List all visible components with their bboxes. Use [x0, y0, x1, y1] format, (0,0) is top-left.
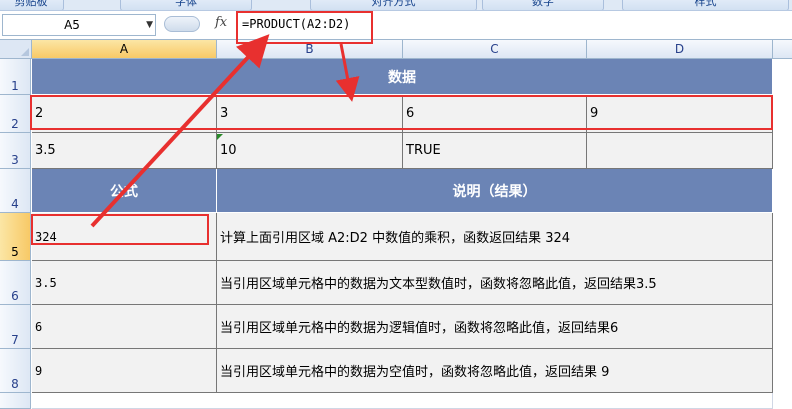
annotation-arrows — [90, 34, 360, 228]
arrow-formula-to-data — [335, 43, 360, 102]
arrow-result-to-formula — [90, 34, 270, 228]
